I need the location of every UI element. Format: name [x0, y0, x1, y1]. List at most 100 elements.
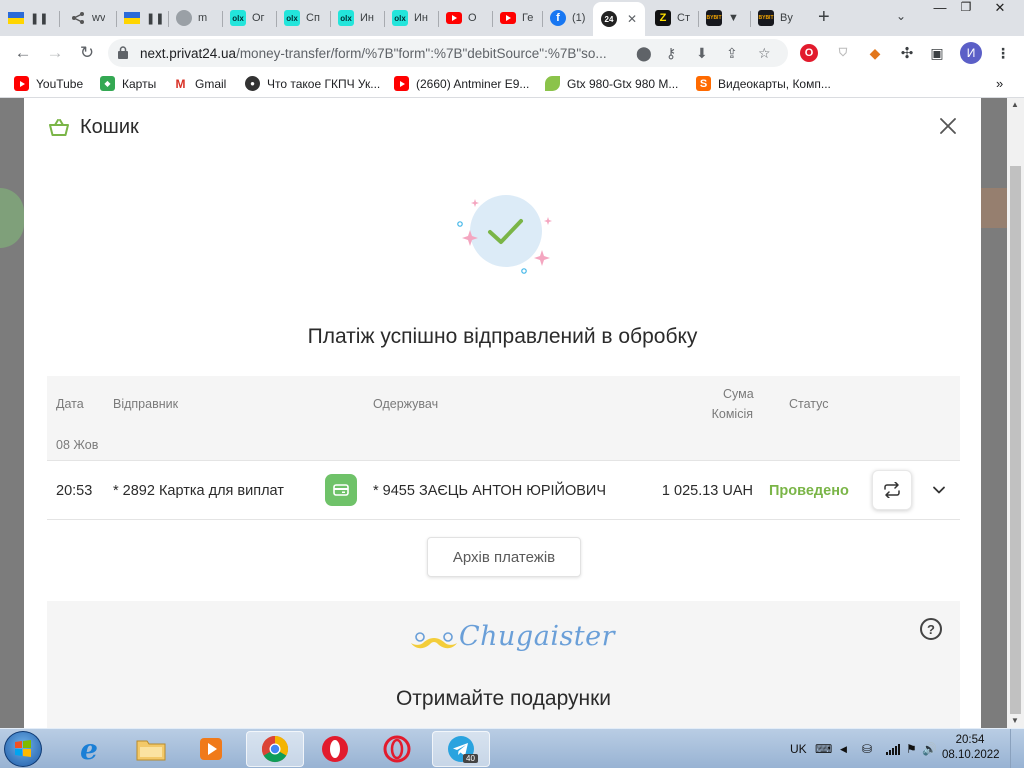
tab-10[interactable]: Ге [492, 4, 542, 32]
tab-search-chevron-icon[interactable]: ⌄ [896, 9, 906, 23]
language-indicator[interactable]: UK [790, 729, 807, 768]
close-window-button[interactable]: ✕ [980, 0, 1020, 20]
metamask-icon[interactable]: ◆ [866, 44, 884, 62]
bookmark-videocards[interactable]: S Видеокарты, Комп... [696, 76, 831, 91]
tab-8[interactable]: olx Ин [384, 4, 438, 32]
tab-2[interactable]: wv [62, 4, 114, 32]
bookmark-label: Что такое ГКПЧ Ук... [267, 76, 381, 91]
cart-modal: Кошик Платіж успішно відправлений в обро… [24, 98, 981, 728]
taskbar-telegram[interactable]: 40 [432, 731, 490, 767]
close-tab-icon[interactable]: ✕ [627, 12, 637, 26]
tab-14[interactable]: BYBIT ▼ [698, 4, 748, 32]
taskbar-explorer[interactable] [122, 731, 180, 767]
tab-15[interactable]: BYBIT By [750, 4, 806, 32]
tab-13[interactable]: Z Ст [647, 4, 697, 32]
taskbar-media[interactable] [182, 731, 240, 767]
bookmark-star-icon[interactable]: ☆ [758, 45, 771, 62]
tab-title: Ст [677, 12, 690, 24]
opera-ext-icon[interactable]: O [800, 44, 818, 62]
bookmark-maps[interactable]: ◆ Карты [100, 76, 156, 91]
new-tab-button[interactable]: + [818, 6, 830, 29]
bookmark-youtube[interactable]: YouTube [14, 76, 83, 91]
bookmark-gkpch[interactable]: ● Что такое ГКПЧ Ук... [245, 76, 380, 91]
key-icon[interactable]: ⚷ [666, 45, 676, 62]
back-button[interactable]: ← [12, 42, 34, 64]
page-scrollbar[interactable]: ▲ ▼ [1007, 98, 1024, 728]
minimize-button[interactable]: — [928, 0, 952, 20]
taskbar-chrome[interactable] [246, 731, 304, 767]
url-host: next.privat24.ua [140, 46, 237, 61]
help-icon[interactable]: ? [920, 618, 942, 640]
media-player-icon [200, 738, 222, 760]
chevron-down-icon[interactable] [930, 481, 948, 499]
tab-5[interactable]: olx Ог [222, 4, 276, 32]
share-page-icon[interactable]: ⇪ [726, 45, 738, 62]
network-signal-icon[interactable] [886, 729, 900, 768]
menu-kebab-icon[interactable]: ⋮ [994, 44, 1012, 62]
taskbar-ie[interactable]: e [60, 731, 118, 767]
shield-ext-icon[interactable]: ⛉ [834, 44, 852, 62]
side-panel-icon[interactable]: ▣ [928, 44, 946, 62]
header-recipient: Одержувач [373, 397, 439, 411]
scroll-down-icon[interactable]: ▼ [1011, 716, 1019, 725]
row-amount: 1 025.13 UAH [661, 483, 753, 499]
tab-4[interactable]: m [168, 4, 222, 32]
close-icon[interactable] [937, 115, 959, 137]
tab-6[interactable]: olx Сп [276, 4, 330, 32]
volume-icon[interactable]: 🔊 [922, 729, 937, 768]
group-date: 08 Жов [56, 438, 99, 452]
header-status: Статус [789, 397, 829, 411]
taskbar-opera[interactable] [306, 731, 364, 767]
bybit-icon: BYBIT [758, 10, 774, 26]
tab-1[interactable]: ❚❚ [0, 4, 56, 32]
tab-privat24-active[interactable]: 24 ✕ [593, 2, 645, 36]
bookmark-gmail[interactable]: M Gmail [173, 76, 226, 91]
safely-remove-icon[interactable]: ⛁ [862, 729, 872, 768]
bookmarks-overflow-icon[interactable]: » [996, 76, 1003, 91]
chugaister-promo: Chugaister ? Отримайте подарунки [47, 601, 960, 728]
bookmark-gtx980[interactable]: Gtx 980-Gtx 980 M... [545, 76, 678, 91]
restore-button[interactable]: ❐ [954, 0, 978, 20]
tab-3[interactable]: ❚❚ [116, 4, 168, 32]
start-button[interactable] [4, 731, 42, 767]
tray-expand-icon[interactable]: ◀ [840, 729, 847, 768]
tab-title: Сп [306, 12, 320, 24]
bookmarks-bar: YouTube ◆ Карты M Gmail ● Что такое ГКПЧ… [0, 70, 1024, 98]
forward-button[interactable]: → [44, 42, 66, 64]
keyboard-icon[interactable]: ⌨ [815, 729, 832, 768]
bookmark-antminer[interactable]: (2660) Antminer E9... [394, 76, 529, 91]
row-recipient: * 9455 ЗАЄЦЬ АНТОН ЮРІЙОВИЧ [373, 483, 607, 499]
taskbar-opera-gx[interactable] [368, 731, 426, 767]
system-clock[interactable]: 20:54 08.10.2022 [942, 733, 1000, 763]
install-icon[interactable]: ⬇ [696, 45, 708, 62]
scroll-up-icon[interactable]: ▲ [1011, 100, 1019, 109]
pause-icon: ❚❚ [146, 12, 165, 25]
location-icon[interactable]: ⬤ [636, 45, 652, 62]
page-viewport: Кошик Платіж успішно відправлений в обро… [0, 98, 1024, 728]
flag-icon[interactable]: ⚑ [906, 729, 917, 768]
olx-icon: olx [284, 10, 300, 26]
url-text: next.privat24.ua/money-transfer/form/%7B… [140, 46, 620, 61]
repeat-payment-button[interactable] [872, 470, 912, 510]
tab-11[interactable]: f (1) [542, 4, 592, 32]
payments-archive-button[interactable]: Архів платежів [427, 537, 581, 577]
bookmark-label: Видеокарты, Комп... [718, 76, 831, 91]
scroll-thumb[interactable] [1010, 166, 1021, 714]
profile-avatar[interactable]: И [960, 42, 982, 64]
site-icon: ● [245, 76, 260, 91]
extensions-puzzle-icon[interactable]: ✣ [898, 44, 916, 62]
address-bar[interactable]: next.privat24.ua/money-transfer/form/%7B… [108, 39, 788, 67]
show-desktop-button[interactable] [1010, 729, 1024, 768]
promo-title: Отримайте подарунки [395, 687, 612, 710]
opera-icon [322, 736, 348, 762]
lock-icon [118, 46, 128, 59]
tab-7[interactable]: olx Ин [330, 4, 384, 32]
ukraine-flag-icon [124, 10, 140, 26]
tab-title: m [198, 12, 208, 24]
reload-button[interactable]: ↻ [76, 42, 98, 64]
clock-time: 20:54 [955, 734, 985, 746]
tab-9[interactable]: О [438, 4, 492, 32]
table-row[interactable]: 20:53 * 2892 Картка для виплат * 9455 ЗА… [47, 460, 960, 520]
tab-title: Ин [360, 12, 374, 24]
pause-icon: ❚❚ [30, 12, 49, 25]
